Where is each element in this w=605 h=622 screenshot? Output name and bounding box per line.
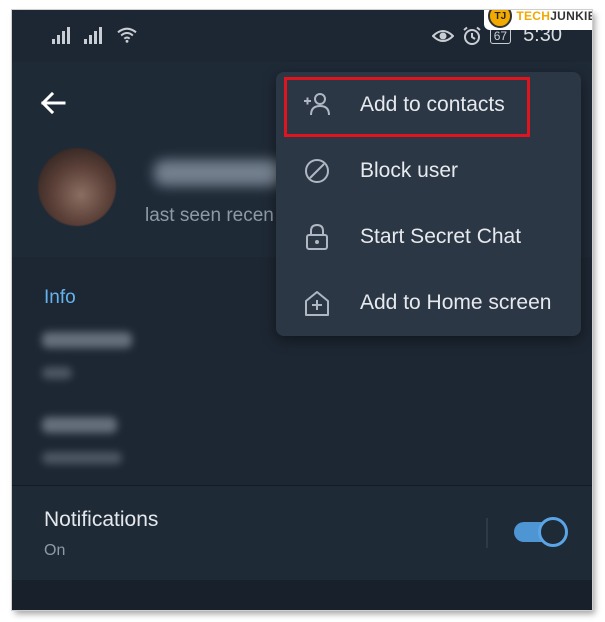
highlight-box: [284, 77, 530, 137]
watermark-text: TECHJUNKIE: [516, 10, 592, 23]
phone-screen: 67 5:30 TJ TECHJUNKIE last seen recen In…: [12, 10, 592, 610]
signal-icon: [84, 27, 102, 44]
notifications-title: Notifications: [44, 508, 159, 531]
vertical-divider: [486, 518, 488, 548]
menu-item-start-secret-chat[interactable]: Start Secret Chat: [276, 204, 581, 270]
menu-item-label: Block user: [360, 159, 459, 182]
blurred-username-2[interactable]: [42, 417, 117, 433]
watermark-badge: TJ: [488, 10, 513, 28]
eye-icon: [431, 29, 454, 42]
wifi-icon: [117, 27, 137, 43]
watermark-logo: TJ TECHJUNKIE: [484, 10, 592, 30]
status-bar: 67 5:30 TJ TECHJUNKIE: [12, 10, 592, 62]
last-seen-status: last seen recen: [145, 205, 274, 226]
blurred-username-label: [42, 452, 122, 464]
options-menu: Add to contacts Block user Start Secret …: [276, 72, 581, 336]
alarm-icon: [463, 26, 481, 45]
notifications-toggle[interactable]: [514, 517, 568, 547]
notifications-status: On: [44, 542, 66, 559]
menu-item-block-user[interactable]: Block user: [276, 138, 581, 204]
menu-item-label: Start Secret Chat: [360, 225, 522, 248]
blurred-bio-label: [42, 367, 72, 379]
menu-item-label: Add to Home screen: [360, 291, 552, 314]
info-title: Info: [44, 287, 76, 308]
signal-icon: [52, 27, 70, 44]
menu-item-add-to-home-screen[interactable]: Add to Home screen: [276, 270, 581, 336]
lock-icon: [306, 223, 328, 250]
arrow-left-icon[interactable]: [38, 88, 68, 118]
notifications-row[interactable]: Notifications On: [12, 486, 592, 580]
menu-item-add-to-contacts[interactable]: Add to contacts: [276, 72, 581, 138]
blurred-username[interactable]: [42, 332, 132, 348]
blurred-contact-name: [154, 160, 284, 186]
toggle-knob: [538, 517, 568, 547]
home-add-icon: [305, 291, 329, 316]
block-icon: [305, 159, 329, 183]
bottom-area: [12, 580, 592, 610]
avatar[interactable]: [38, 148, 116, 226]
